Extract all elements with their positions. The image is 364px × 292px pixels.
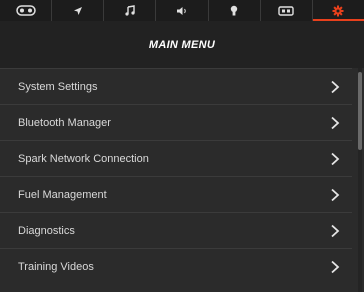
- navigation-arrow-icon: [73, 6, 82, 15]
- chevron-right-icon: [331, 188, 340, 201]
- chevron-right-icon: [331, 152, 340, 165]
- tab-navigation[interactable]: [52, 0, 105, 21]
- settings-gear-icon: [332, 5, 344, 16]
- menu-item-label: Bluetooth Manager: [18, 116, 111, 129]
- main-menu-list: System Settings Bluetooth Manager Spark …: [0, 68, 364, 292]
- tab-volume[interactable]: [156, 0, 209, 21]
- scrollbar[interactable]: [358, 68, 362, 292]
- menu-item-training-videos[interactable]: Training Videos: [0, 248, 352, 284]
- menu-item-spark-network-connection[interactable]: Spark Network Connection: [0, 140, 352, 176]
- scrollbar-thumb[interactable]: [358, 72, 362, 150]
- battery-icon: [278, 5, 294, 16]
- tab-lights[interactable]: [209, 0, 261, 21]
- page-title: MAIN MENU: [0, 21, 364, 68]
- volume-speaker-icon: [176, 6, 186, 15]
- chevron-right-icon: [331, 260, 340, 273]
- menu-item-diagnostics[interactable]: Diagnostics: [0, 212, 352, 248]
- menu-item-label: Diagnostics: [18, 224, 75, 237]
- light-bulb-icon: [230, 5, 238, 15]
- menu-item-label: Training Videos: [18, 260, 94, 273]
- menu-item-label: Fuel Management: [18, 188, 107, 201]
- menu-item-label: Spark Network Connection: [18, 152, 149, 165]
- music-note-icon: [125, 5, 135, 16]
- tab-gauges[interactable]: [0, 0, 53, 21]
- menu-item-bluetooth-manager[interactable]: Bluetooth Manager: [0, 104, 352, 140]
- tab-settings[interactable]: [312, 0, 364, 21]
- menu-item-system-settings[interactable]: System Settings: [0, 68, 352, 104]
- chevron-right-icon: [331, 116, 340, 129]
- menu-item-fuel-management[interactable]: Fuel Management: [0, 176, 352, 212]
- chevron-right-icon: [331, 224, 340, 237]
- top-tab-bar: [0, 0, 364, 21]
- tab-battery[interactable]: [261, 0, 313, 21]
- menu-item-label: System Settings: [18, 80, 98, 93]
- gauge-cluster-icon: [15, 5, 36, 16]
- tab-music[interactable]: [104, 0, 157, 21]
- chevron-right-icon: [331, 80, 340, 93]
